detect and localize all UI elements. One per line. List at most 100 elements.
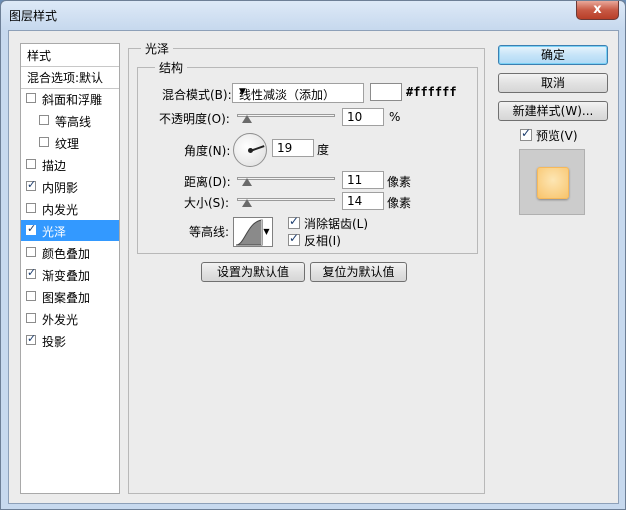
check-icon: ✓ — [289, 231, 300, 245]
size-slider-thumb[interactable] — [242, 199, 252, 207]
opacity-label: 不透明度(O): — [159, 112, 230, 126]
contour-picker[interactable]: ▼ — [233, 217, 273, 247]
cancel-label: 取消 — [540, 76, 565, 90]
distance-input-value: 11 — [347, 173, 363, 187]
style-item-texture[interactable]: 纹理 — [21, 132, 119, 153]
close-icon: x — [593, 2, 602, 17]
preview-label: 预览(V) — [536, 129, 578, 143]
style-item-label: 渐变叠加 — [42, 269, 91, 283]
style-item-label: 投影 — [42, 335, 67, 349]
size-input[interactable]: 14 — [342, 192, 384, 210]
satin-checkbox[interactable]: ✓ — [26, 222, 37, 235]
dialog-client-area: 样式 混合选项:默认 斜面和浮雕 等高线 纹理 描边 ✓ 内阴影 内发光 ✓ 光… — [8, 30, 619, 504]
style-item-label: 内发光 — [42, 203, 79, 217]
check-icon: ✓ — [27, 178, 37, 191]
style-item-bevel-emboss[interactable]: 斜面和浮雕 — [21, 88, 119, 109]
size-label: 大小(S): — [184, 196, 230, 210]
style-item-pattern-overlay[interactable]: 图案叠加 — [21, 286, 119, 307]
antialias-label: 消除锯齿(L) — [304, 217, 369, 231]
check-icon: ✓ — [27, 266, 37, 279]
style-item-inner-shadow[interactable]: ✓ 内阴影 — [21, 176, 119, 197]
style-item-outer-glow[interactable]: 外发光 — [21, 308, 119, 329]
opacity-input-value: 10 — [347, 110, 363, 124]
pattern-overlay-checkbox[interactable] — [26, 291, 36, 301]
antialias-checkbox[interactable]: ✓ — [288, 214, 300, 229]
angle-input[interactable]: 19 — [272, 139, 314, 157]
style-item-satin[interactable]: ✓ 光泽 — [21, 220, 119, 241]
style-item-drop-shadow[interactable]: ✓ 投影 — [21, 330, 119, 351]
ok-label: 确定 — [540, 48, 565, 62]
style-preview-thumbnail — [519, 149, 585, 215]
style-item-label: 颜色叠加 — [42, 247, 91, 261]
new-style-label: 新建样式(W)... — [512, 104, 594, 118]
preview-checkbox[interactable]: ✓ — [520, 126, 532, 141]
contour-checkbox[interactable] — [39, 115, 49, 125]
gradient-overlay-checkbox[interactable]: ✓ — [26, 266, 37, 279]
blending-options-label: 混合选项:默认 — [27, 71, 104, 85]
structure-group-title: 结构 — [155, 59, 188, 76]
chevron-down-icon: ▼ — [239, 87, 246, 97]
make-default-label: 设置为默认值 — [216, 265, 289, 279]
style-item-label: 外发光 — [42, 313, 79, 327]
check-icon: ✓ — [27, 332, 37, 345]
contour-curve-icon — [235, 219, 263, 246]
color-hex-value: #ffffff — [406, 85, 457, 99]
stroke-checkbox[interactable] — [26, 159, 36, 169]
close-button[interactable]: x — [576, 1, 619, 20]
distance-label: 距离(D): — [184, 175, 231, 189]
check-icon: ✓ — [289, 214, 300, 228]
contour-label: 等高线: — [189, 225, 230, 239]
distance-input[interactable]: 11 — [342, 171, 384, 189]
new-style-button[interactable]: 新建样式(W)... — [498, 101, 608, 121]
angle-unit: 度 — [317, 143, 330, 157]
opacity-unit: % — [389, 110, 401, 124]
cancel-button[interactable]: 取消 — [498, 73, 608, 93]
opacity-input[interactable]: 10 — [342, 108, 384, 126]
outer-glow-checkbox[interactable] — [26, 313, 36, 323]
color-overlay-checkbox[interactable] — [26, 247, 36, 257]
reset-default-button[interactable]: 复位为默认值 — [310, 262, 407, 282]
style-item-label: 描边 — [42, 159, 67, 173]
style-list-header[interactable]: 样式 — [21, 44, 119, 67]
style-item-inner-glow[interactable]: 内发光 — [21, 198, 119, 219]
blend-mode-select[interactable]: 线性减淡（添加） ▼ — [232, 83, 364, 103]
size-slider[interactable] — [237, 194, 335, 208]
blend-mode-label: 混合模式(B): — [162, 88, 232, 102]
blending-options-item[interactable]: 混合选项:默认 — [21, 66, 119, 89]
make-default-button[interactable]: 设置为默认值 — [201, 262, 305, 282]
style-item-label: 图案叠加 — [42, 291, 91, 305]
size-unit: 像素 — [387, 196, 412, 210]
chevron-down-icon[interactable]: ▼ — [261, 219, 271, 245]
style-item-label: 纹理 — [55, 137, 80, 151]
opacity-slider[interactable] — [237, 110, 335, 124]
style-item-contour[interactable]: 等高线 — [21, 110, 119, 131]
window-title: 图层样式 — [9, 9, 58, 23]
drop-shadow-checkbox[interactable]: ✓ — [26, 332, 37, 345]
style-item-label: 等高线 — [55, 115, 92, 129]
style-item-stroke[interactable]: 描边 — [21, 154, 119, 175]
texture-checkbox[interactable] — [39, 137, 49, 147]
style-item-label: 光泽 — [42, 225, 67, 239]
invert-checkbox[interactable]: ✓ — [288, 231, 300, 246]
distance-slider-thumb[interactable] — [242, 178, 252, 186]
style-item-color-overlay[interactable]: 颜色叠加 — [21, 242, 119, 263]
angle-label: 角度(N): — [184, 144, 231, 158]
satin-group-title: 光泽 — [141, 40, 174, 57]
angle-dial[interactable] — [233, 133, 267, 167]
style-item-label: 斜面和浮雕 — [42, 93, 103, 107]
ok-button[interactable]: 确定 — [498, 45, 608, 65]
color-swatch[interactable] — [370, 83, 402, 101]
style-item-gradient-overlay[interactable]: ✓ 渐变叠加 — [21, 264, 119, 285]
check-icon: ✓ — [521, 126, 532, 140]
distance-slider[interactable] — [237, 173, 335, 187]
layer-style-dialog: 图层样式 x 样式 混合选项:默认 斜面和浮雕 等高线 纹理 描边 ✓ 内阴影 … — [0, 0, 626, 510]
check-icon: ✓ — [27, 222, 37, 235]
size-input-value: 14 — [347, 194, 363, 208]
bevel-emboss-checkbox[interactable] — [26, 93, 36, 103]
inner-glow-checkbox[interactable] — [26, 203, 36, 213]
style-item-label: 内阴影 — [42, 181, 79, 195]
style-list: 样式 混合选项:默认 斜面和浮雕 等高线 纹理 描边 ✓ 内阴影 内发光 ✓ 光… — [20, 43, 120, 494]
invert-label: 反相(I) — [304, 234, 341, 248]
inner-shadow-checkbox[interactable]: ✓ — [26, 178, 37, 191]
opacity-slider-thumb[interactable] — [242, 115, 252, 123]
